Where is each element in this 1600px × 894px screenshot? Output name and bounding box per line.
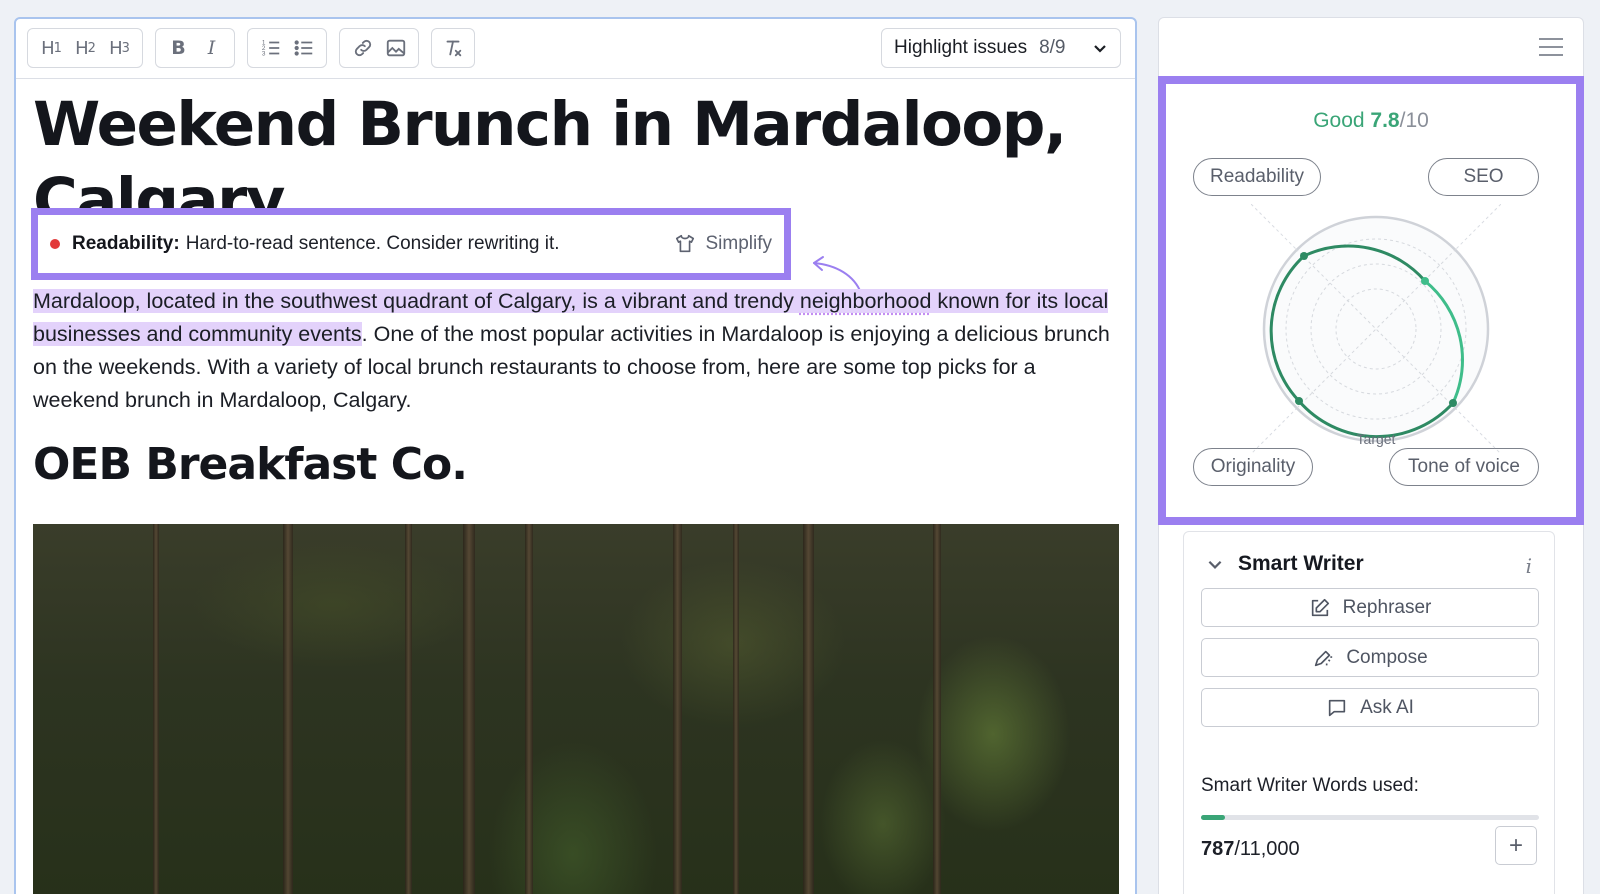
- clear-formatting-button[interactable]: [438, 33, 468, 63]
- seo-marker: [1421, 277, 1429, 285]
- words-used-progress: [1201, 815, 1539, 820]
- flagged-word[interactable]: neighborhood: [800, 289, 932, 313]
- originality-marker: [1295, 397, 1303, 405]
- photo-detail: [405, 524, 412, 894]
- bold-button[interactable]: B: [164, 33, 194, 63]
- heading-group: H1 H2 H3: [27, 28, 143, 68]
- insert-group: [339, 28, 419, 68]
- list-group: 123: [247, 28, 327, 68]
- add-words-button[interactable]: +: [1495, 826, 1537, 865]
- score-radar-gauge: Target: [1251, 204, 1501, 454]
- rephraser-button[interactable]: Rephraser: [1201, 588, 1539, 627]
- compose-button[interactable]: Compose: [1201, 638, 1539, 677]
- chevron-down-icon: [1206, 555, 1224, 573]
- words-used-progress-fill: [1201, 815, 1225, 820]
- words-used-count: 787/11,000: [1201, 838, 1300, 861]
- editor-pane: H1 H2 H3 B I 123 Highlight issues 8/9 We…: [14, 17, 1137, 894]
- readability-tip: Readability: Hard-to-read sentence. Cons…: [31, 208, 791, 280]
- edit-icon: [1309, 597, 1331, 619]
- shirt-icon: [674, 233, 696, 255]
- text-style-group: B I: [155, 28, 235, 68]
- ask-ai-button[interactable]: Ask AI: [1201, 688, 1539, 727]
- chevron-down-icon: [1092, 40, 1108, 56]
- heading-2-button[interactable]: H2: [70, 33, 100, 63]
- photo-detail: [933, 524, 941, 894]
- error-dot-icon: [50, 239, 60, 249]
- simplify-button[interactable]: Simplify: [674, 233, 772, 255]
- image-icon: [385, 37, 407, 59]
- bullet-list-button[interactable]: [289, 33, 319, 63]
- photo-detail: [803, 524, 814, 894]
- link-button[interactable]: [348, 33, 378, 63]
- body-paragraph[interactable]: Mardaloop, located in the southwest quad…: [33, 285, 1123, 417]
- target-label: Target: [1357, 431, 1396, 447]
- readability-marker: [1300, 252, 1308, 260]
- overall-score: Good 7.8/10: [1166, 109, 1576, 133]
- ordered-list-button[interactable]: 123: [256, 33, 286, 63]
- magic-pen-icon: [1312, 647, 1334, 669]
- italic-button[interactable]: I: [197, 33, 227, 63]
- photo-detail: [733, 524, 739, 894]
- bullet-list-icon: [293, 37, 315, 59]
- section-heading[interactable]: OEB Breakfast Co.: [33, 439, 467, 490]
- hamburger-menu-icon[interactable]: [1539, 38, 1563, 58]
- ordered-list-icon: 123: [260, 37, 282, 59]
- heading-1-button[interactable]: H1: [36, 33, 66, 63]
- forest-photo: [33, 524, 1119, 894]
- clear-format-icon: [442, 37, 464, 59]
- photo-detail: [463, 524, 475, 894]
- svg-text:3: 3: [261, 50, 265, 57]
- seo-pill[interactable]: SEO: [1428, 158, 1539, 196]
- words-used-label: Smart Writer Words used:: [1201, 775, 1419, 797]
- highlight-issues-select[interactable]: Highlight issues 8/9: [881, 28, 1121, 68]
- tip-label: Readability:: [72, 233, 180, 255]
- photo-detail: [525, 524, 533, 894]
- photo-detail: [283, 524, 293, 894]
- formatting-toolbar: H1 H2 H3 B I 123 Highlight issues 8/9: [16, 19, 1135, 79]
- score-widget: Good 7.8/10 Readability SEO Originality …: [1158, 76, 1584, 525]
- readability-pill[interactable]: Readability: [1193, 158, 1321, 196]
- tone-marker: [1449, 399, 1457, 407]
- clear-format-group: [431, 28, 475, 68]
- smart-writer-card: Smart Writer i Rephraser Compose Ask AI …: [1183, 531, 1555, 894]
- photo-detail: [153, 524, 159, 894]
- photo-detail: [673, 524, 682, 894]
- heading-3-button[interactable]: H3: [104, 33, 134, 63]
- smart-writer-header[interactable]: Smart Writer: [1206, 552, 1364, 576]
- info-icon[interactable]: i: [1526, 554, 1532, 578]
- link-icon: [352, 37, 374, 59]
- page-title[interactable]: Weekend Brunch in Mardaloop, Calgary: [33, 87, 1113, 217]
- title-clip: Weekend Brunch in Mardaloop, Calgary: [16, 79, 1135, 217]
- chat-bubble-icon: [1326, 697, 1348, 719]
- image-button[interactable]: [381, 33, 411, 63]
- tip-text: Hard-to-read sentence. Consider rewritin…: [186, 233, 560, 255]
